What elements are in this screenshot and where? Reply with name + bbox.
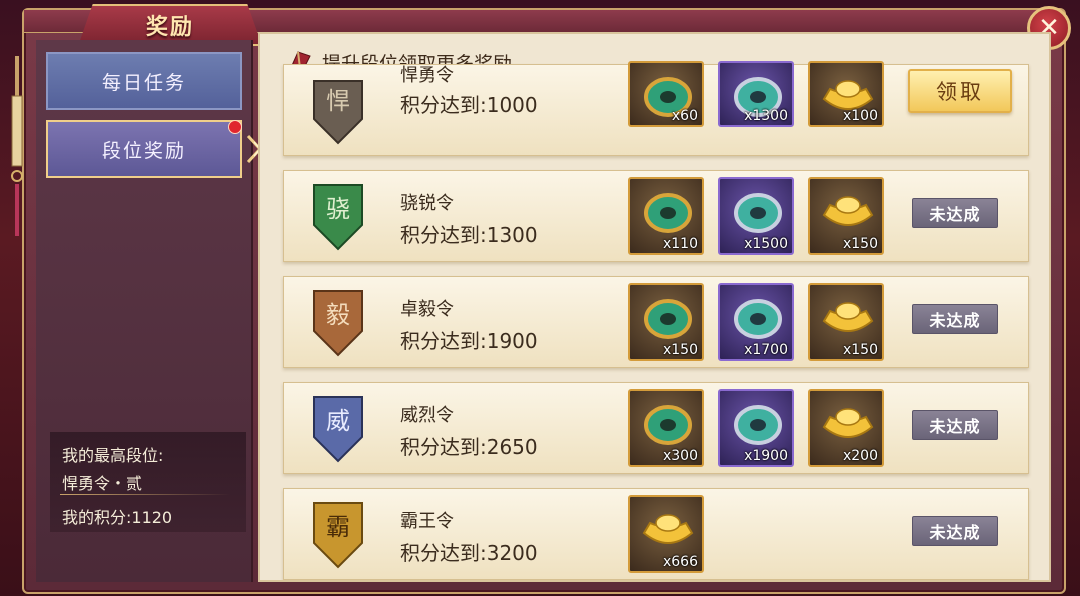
claim-button[interactable]: 领取 — [908, 69, 1012, 113]
rank-badge-char: 霸 — [326, 513, 350, 541]
rank-name: 威烈令 — [400, 405, 454, 426]
reward-item-jade-ring[interactable]: x150 — [628, 283, 704, 361]
rank-badge-bawang: 霸 — [308, 499, 368, 571]
rank-badge-char: 悍 — [326, 87, 350, 115]
not-achieved-button[interactable]: 未达成 — [912, 304, 998, 334]
item-quantity: x100 — [842, 108, 878, 124]
best-rank-value: 悍勇令・贰 — [62, 474, 143, 493]
reward-row-xiaorui: 骁 骁锐令 积分达到:1300 x110 x1500 x150 未达成 — [283, 170, 1029, 262]
gold-ingot-icon — [822, 302, 874, 332]
rank-name: 霸王令 — [400, 511, 454, 532]
reward-row-hanyong: 悍 悍勇令 积分达到:1000 x60 x1300 x100 领取 — [283, 61, 1029, 156]
item-quantity: x110 — [662, 236, 698, 252]
rank-name: 卓毅令 — [400, 299, 454, 320]
reward-item-jade-ring[interactable]: x300 — [628, 389, 704, 467]
gold-ingot-icon — [822, 196, 874, 226]
rank-score-requirement: 积分达到:2650 — [400, 435, 538, 459]
claim-button-label: 领取 — [936, 80, 984, 104]
not-achieved-label: 未达成 — [929, 417, 981, 436]
rank-score-requirement: 积分达到:1900 — [400, 329, 538, 353]
item-quantity: x1500 — [744, 236, 788, 252]
rank-score-requirement: 积分达到:1000 — [400, 93, 538, 117]
reward-item-silver-jade[interactable]: x1300 — [718, 61, 794, 127]
reward-row-bawang: 霸 霸王令 积分达到:3200 x666 未达成 — [283, 488, 1029, 580]
reward-row-weilie: 威 威烈令 积分达到:2650 x300 x1900 x200 未达成 — [283, 382, 1029, 474]
item-quantity: x1300 — [744, 108, 788, 124]
reward-item-silver-jade[interactable]: x1900 — [718, 389, 794, 467]
rank-badge-hanyong: 悍 — [308, 75, 368, 147]
rank-badge-xiaorui: 骁 — [308, 181, 368, 253]
item-quantity: x150 — [662, 342, 698, 358]
reward-item-gold-ingot[interactable]: x100 — [808, 61, 884, 127]
reward-item-silver-jade[interactable]: x1500 — [718, 177, 794, 255]
silver-jade-icon — [734, 193, 782, 233]
rewards-panel: 提升段位领取更多奖励 悍 悍勇令 积分达到:1000 x60 x1300 x10… — [258, 32, 1051, 582]
reward-item-gold-ingot[interactable]: x150 — [808, 177, 884, 255]
silver-jade-icon — [734, 299, 782, 339]
reward-item-jade-ring[interactable]: x60 — [628, 61, 704, 127]
item-quantity: x1900 — [744, 448, 788, 464]
rank-score-requirement: 积分达到:3200 — [400, 541, 538, 565]
not-achieved-button[interactable]: 未达成 — [912, 410, 998, 440]
reward-item-gold-ingot[interactable]: x150 — [808, 283, 884, 361]
item-quantity: x300 — [662, 448, 698, 464]
not-achieved-button[interactable]: 未达成 — [912, 516, 998, 546]
item-quantity: x150 — [842, 342, 878, 358]
reward-item-silver-jade[interactable]: x1700 — [718, 283, 794, 361]
rank-badge-zhuoyi: 毅 — [308, 287, 368, 359]
rank-score-requirement: 积分达到:1300 — [400, 223, 538, 247]
notification-dot — [228, 120, 242, 134]
item-quantity: x1700 — [744, 342, 788, 358]
reward-item-gold-ingot[interactable]: x200 — [808, 389, 884, 467]
tab-daily-tasks[interactable]: 每日任务 — [46, 52, 242, 110]
rank-name: 骁锐令 — [400, 193, 454, 214]
best-rank-label: 我的最高段位: — [62, 446, 164, 465]
item-quantity: x666 — [662, 554, 698, 570]
not-achieved-label: 未达成 — [929, 523, 981, 542]
rank-badge-char: 骁 — [326, 195, 350, 223]
rank-info-divider — [60, 494, 230, 495]
gold-ingot-icon — [642, 514, 694, 544]
not-achieved-button[interactable]: 未达成 — [912, 198, 998, 228]
reward-item-gold-ingot[interactable]: x666 — [628, 495, 704, 573]
jade-ring-icon — [644, 193, 692, 233]
not-achieved-label: 未达成 — [929, 311, 981, 330]
window-title: 奖励 — [145, 15, 194, 40]
item-quantity: x150 — [842, 236, 878, 252]
rank-badge-char: 毅 — [326, 301, 350, 329]
reward-row-zhuoyi: 毅 卓毅令 积分达到:1900 x150 x1700 x150 未达成 — [283, 276, 1029, 368]
reward-item-jade-ring[interactable]: x110 — [628, 177, 704, 255]
silver-jade-icon — [734, 405, 782, 445]
jade-ring-icon — [644, 405, 692, 445]
my-score: 我的积分:1120 — [62, 508, 173, 527]
rank-name: 悍勇令 — [400, 65, 454, 86]
rank-badge-char: 威 — [326, 407, 350, 435]
item-quantity: x60 — [671, 108, 698, 124]
rank-info-panel: 我的最高段位: 悍勇令・贰 我的积分:1120 — [50, 432, 246, 532]
hanging-tassel-decoration — [11, 56, 23, 236]
item-quantity: x200 — [842, 448, 878, 464]
tab-rank-rewards-label: 段位奖励 — [101, 139, 186, 162]
rank-badge-weilie: 威 — [308, 393, 368, 465]
gold-ingot-icon — [822, 408, 874, 438]
tab-rank-rewards[interactable]: 段位奖励 — [46, 120, 242, 178]
tab-daily-tasks-label: 每日任务 — [101, 71, 186, 94]
not-achieved-label: 未达成 — [929, 205, 981, 224]
jade-ring-icon — [644, 299, 692, 339]
